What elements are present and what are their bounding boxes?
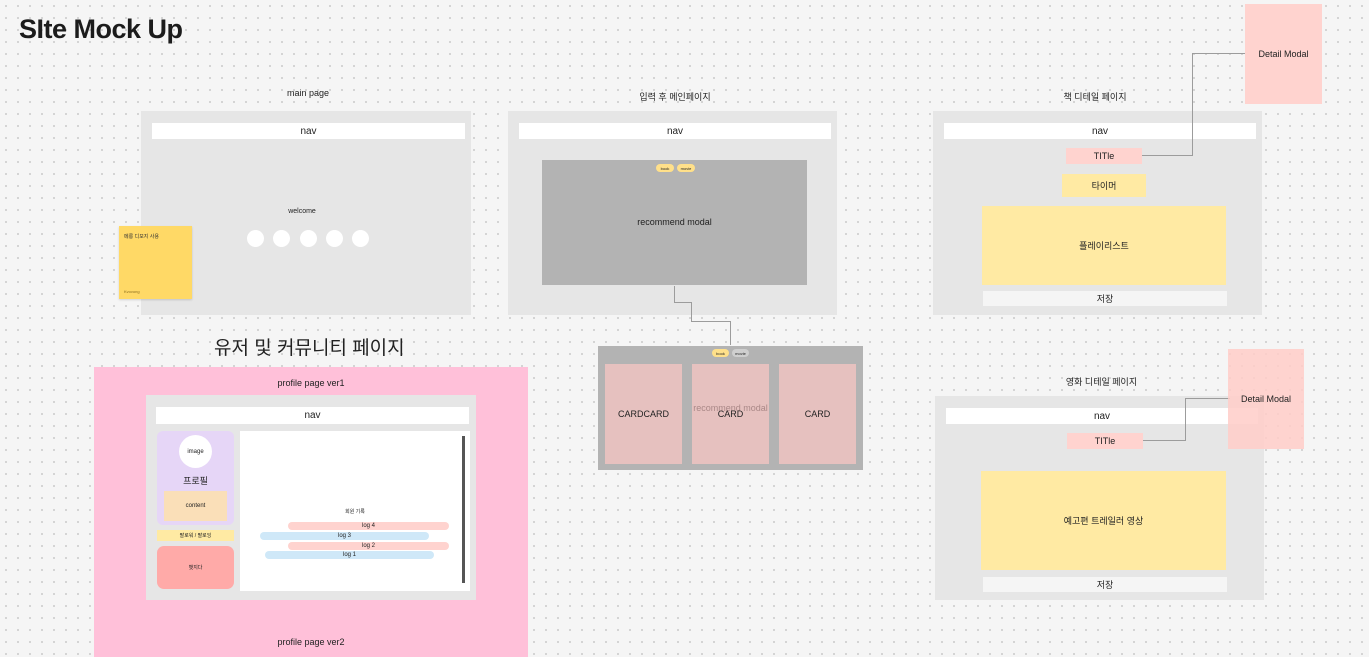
input-main-label: 입력 후 메인페이지 (639, 92, 711, 102)
card-1[interactable]: CARDCARD (605, 364, 682, 464)
welcome-text: welcome (288, 208, 316, 215)
profile-content: content (164, 491, 227, 521)
profile-card: image 프로필 content (157, 431, 234, 525)
playlist-box[interactable]: 플레이리스트 (982, 206, 1226, 285)
card-2[interactable]: CARD (692, 364, 769, 464)
connector-line (1142, 54, 1193, 156)
ghost-modal-text: recommend modal (693, 403, 768, 413)
page-title: SIte Mock Up (19, 14, 183, 44)
user-section-title: 유저 및 커뮤니티 페이지 (214, 338, 405, 359)
category-circle-5[interactable] (352, 230, 369, 247)
card-3[interactable]: CARD (779, 364, 856, 464)
badge-box[interactable]: 뱃지다 (157, 546, 234, 589)
category-circle-4[interactable] (326, 230, 343, 247)
trailer-box[interactable]: 예고편 트레일러 영상 (981, 471, 1226, 570)
connector-line (674, 286, 692, 303)
movie-pill[interactable]: movie (677, 164, 695, 172)
movie-title-box[interactable]: TITle (1067, 433, 1143, 449)
movie-detail-frame[interactable]: nav TITle 예고편 트레일러 영상 저장 (935, 396, 1264, 600)
profile-frame[interactable]: nav image 프로필 content 팔로워 / 팔로잉 뱃지다 회원 기… (146, 395, 476, 600)
profile-v1-label: profile page ver1 (277, 378, 345, 388)
input-main-frame[interactable]: nav book movie recommend modal (508, 111, 837, 315)
category-circle-1[interactable] (247, 230, 264, 247)
connector-line (1185, 398, 1230, 399)
connector-line (691, 321, 731, 345)
connector-line (691, 302, 731, 322)
sticky-note[interactable]: 메롱 디모지 사용 Kvovong (119, 226, 192, 299)
main-page-label: main page (286, 88, 330, 98)
timer-box[interactable]: 타이머 (1062, 174, 1146, 197)
book-save-button[interactable]: 저장 (983, 291, 1227, 306)
book-pill[interactable]: book (656, 164, 674, 172)
movie-detail-label: 영화 디테일 페이지 (1065, 377, 1138, 387)
category-circle-3[interactable] (300, 230, 317, 247)
log-item[interactable]: log 1 (265, 551, 434, 559)
record-title: 회원 기록 (345, 509, 365, 515)
profile-section: profile page ver1 profile page ver2 nav … (94, 367, 528, 657)
category-circle-2[interactable] (273, 230, 290, 247)
input-main-nav[interactable]: nav (519, 123, 831, 139)
profile-label: 프로필 (183, 476, 208, 486)
recommend-modal[interactable]: book movie recommend modal (542, 160, 807, 285)
scrollbar[interactable] (462, 436, 465, 583)
profile-nav[interactable]: nav (156, 407, 469, 424)
movie-pill[interactable]: movie (732, 349, 749, 357)
recommend-modal-text: recommend modal (637, 217, 712, 227)
sticky-note-text: 메롱 디모지 사용 (124, 234, 159, 240)
book-detail-frame[interactable]: nav TITle 타이머 플레이리스트 저장 (933, 111, 1262, 315)
log-item[interactable]: log 2 (288, 542, 449, 550)
connector-line (1143, 398, 1186, 441)
detail-modal-top[interactable]: Detail Modal (1245, 4, 1322, 104)
sticky-note-author: Kvovong (124, 289, 140, 294)
record-panel[interactable]: 회원 기록 log 4 log 3 log 2 log 1 (240, 431, 470, 591)
detail-modal-bottom[interactable]: Detail Modal (1228, 349, 1304, 449)
main-nav[interactable]: nav (152, 123, 465, 139)
movie-detail-nav[interactable]: nav (946, 408, 1258, 424)
cards-modal[interactable]: book movie CARDCARD CARD CARD recommend … (598, 346, 863, 470)
profile-image[interactable]: image (179, 435, 212, 468)
movie-save-button[interactable]: 저장 (983, 577, 1227, 592)
connector-line (1192, 53, 1246, 54)
follow-counts[interactable]: 팔로워 / 팔로잉 (157, 530, 234, 541)
book-title-box[interactable]: TITle (1066, 148, 1142, 164)
log-item[interactable]: log 4 (288, 522, 449, 530)
book-detail-nav[interactable]: nav (944, 123, 1256, 139)
log-item[interactable]: log 3 (260, 532, 429, 540)
profile-v2-label: profile page ver2 (277, 637, 345, 647)
book-detail-label: 책 디테일 페이지 (1063, 92, 1127, 102)
book-pill[interactable]: book (712, 349, 729, 357)
